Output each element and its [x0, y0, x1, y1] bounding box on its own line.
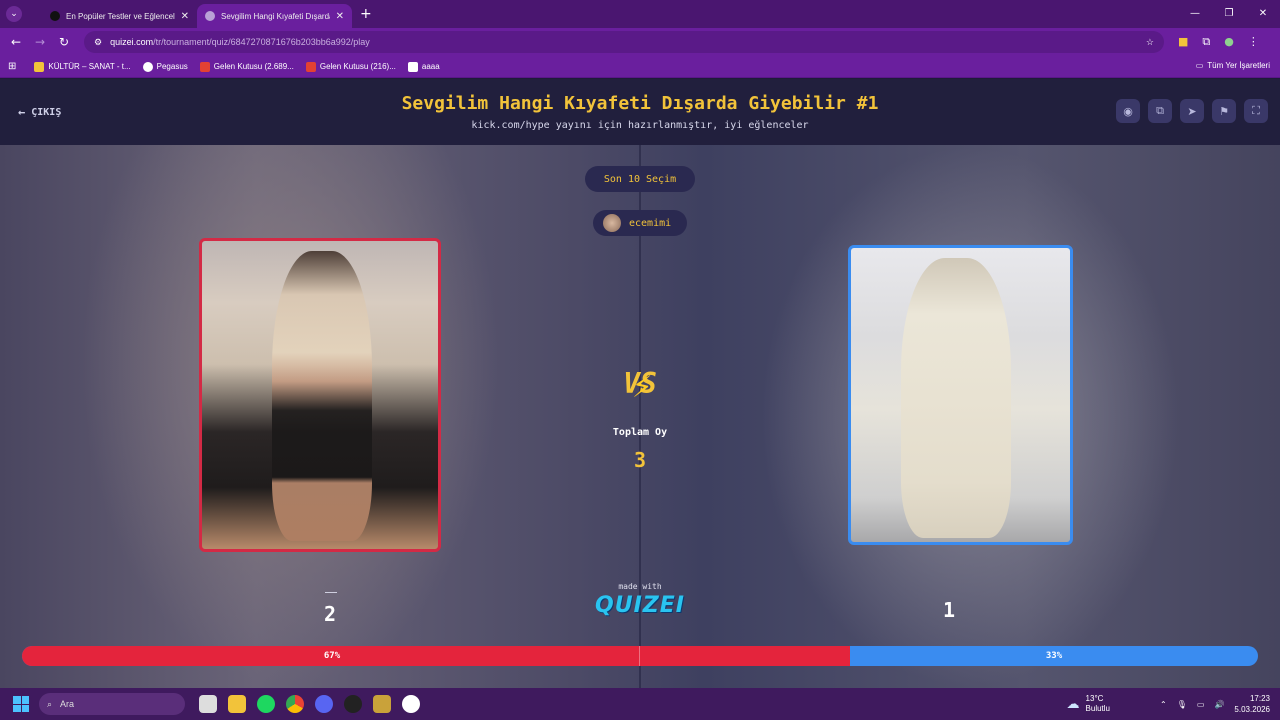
bookmark-item[interactable]: Gelen Kutusu (216)...: [305, 61, 396, 72]
chrome-icon[interactable]: [286, 695, 304, 713]
date: 5.03.2026: [1234, 705, 1270, 714]
time: 17:23: [1249, 694, 1270, 703]
search-icon: ⌕: [47, 698, 53, 709]
cloud-icon: ☁: [1066, 696, 1080, 711]
left-vote-count: 2: [323, 602, 337, 626]
quiz-page: ← ÇIKIŞ Sevgilim Hangi Kıyafeti Dışarda …: [0, 79, 1280, 688]
browser-tab[interactable]: En Popüler Testler ve Eğlenceli ✕: [42, 4, 197, 28]
windows-start-icon[interactable]: [13, 696, 29, 712]
folder-icon: ▭: [1195, 61, 1204, 70]
clock[interactable]: 17:23 5.03.2026: [1234, 693, 1270, 715]
vs-badge: VS ⚡: [610, 359, 670, 409]
tab-favicon-icon: [205, 11, 215, 21]
bookmark-item[interactable]: KÜLTÜR – SANAT - t...: [34, 61, 131, 72]
app-icon[interactable]: [344, 695, 362, 713]
quizei-logo[interactable]: QUIZEI: [590, 593, 690, 618]
tab-close-icon[interactable]: ✕: [336, 11, 344, 22]
quiz-header: ← ÇIKIŞ Sevgilim Hangi Kıyafeti Dışarda …: [0, 79, 1280, 145]
restore-icon[interactable]: ❐: [1212, 0, 1246, 28]
flag-icon[interactable]: ⚑: [1212, 99, 1236, 123]
total-votes-value: 3: [633, 448, 647, 472]
extension-icon[interactable]: ■: [1178, 35, 1188, 49]
send-icon[interactable]: ➤: [1180, 99, 1204, 123]
quiz-subtitle: kick.com/hype yayını için hazırlanmıştır…: [471, 120, 809, 131]
volume-icon[interactable]: 🔊: [1214, 700, 1224, 709]
gmail-icon: [199, 61, 210, 72]
extensions-puzzle-icon[interactable]: ⧉: [1202, 35, 1210, 49]
left-percentage: 67%: [323, 651, 341, 661]
outfit-figure: [272, 251, 372, 541]
pegasus-icon: [142, 61, 153, 72]
gmail-icon: [305, 61, 316, 72]
discord-icon[interactable]: [315, 695, 333, 713]
tab-title: Sevgilim Hangi Kıyafeti Dışarda: [221, 11, 330, 21]
close-window-icon[interactable]: ✕: [1246, 0, 1280, 28]
url-field[interactable]: ⚙ quizei.com /tr/tournament/quiz/6847270…: [84, 31, 1164, 53]
all-bookmarks[interactable]: ▭ Tüm Yer İşaretleri: [1196, 61, 1270, 70]
reload-icon[interactable]: ↻: [52, 35, 76, 49]
tab-close-icon[interactable]: ✕: [181, 11, 189, 22]
url-path: /tr/tournament/quiz/6847270871676b203bb6…: [153, 37, 370, 47]
eye-icon[interactable]: ◉: [1116, 99, 1140, 123]
address-bar: ← → ↻ ⚙ quizei.com /tr/tournament/quiz/6…: [0, 28, 1280, 56]
right-choice-image[interactable]: [848, 245, 1073, 545]
weather-desc: Bulutlu: [1085, 704, 1111, 713]
bookmark-item[interactable]: Gelen Kutusu (2.689...: [199, 61, 294, 72]
bookmark-item[interactable]: Pegasus: [142, 61, 188, 72]
taskbar-search[interactable]: ⌕ Ara: [39, 693, 185, 715]
browser-tab-active[interactable]: Sevgilim Hangi Kıyafeti Dışarda ✕: [197, 4, 352, 28]
url-domain: quizei.com: [110, 37, 154, 47]
left-choice-image[interactable]: [199, 238, 441, 552]
lightning-bolt-icon: ⚡: [632, 366, 653, 406]
right-percentage: 33%: [1045, 651, 1063, 661]
made-with-label: made with: [618, 582, 662, 591]
task-view-icon[interactable]: [199, 695, 217, 713]
user-pill: ecemimi: [593, 210, 687, 236]
site-info-icon[interactable]: ⚙: [94, 37, 102, 48]
outfit-figure: [901, 258, 1011, 538]
app-icon[interactable]: [402, 695, 420, 713]
system-tray: ☁ 13°C Bulutlu ⌃ 🎙 ▭ 🔊 17:23 5.03.2026: [1067, 688, 1270, 720]
chevron-up-icon[interactable]: ⌃: [1160, 700, 1167, 709]
menu-kebab-icon[interactable]: ⋮: [1248, 35, 1259, 49]
last-choices-label: Son 10 Seçim: [603, 173, 677, 185]
weather-widget[interactable]: ☁ 13°C Bulutlu: [1067, 694, 1110, 714]
bookmark-favicon-icon: [407, 61, 418, 72]
back-icon[interactable]: ←: [4, 35, 28, 49]
microphone-icon[interactable]: 🎙: [1177, 700, 1187, 709]
new-tab-icon[interactable]: +: [360, 6, 372, 22]
bookmark-star-icon[interactable]: ☆: [1146, 37, 1154, 48]
display-icon[interactable]: ▭: [1197, 700, 1205, 709]
forward-icon[interactable]: →: [28, 35, 52, 49]
app-icon[interactable]: [373, 695, 391, 713]
share-icon[interactable]: ⧉: [1148, 99, 1172, 123]
apps-grid-icon[interactable]: ⊞: [8, 61, 16, 72]
tab-title: En Popüler Testler ve Eğlenceli: [66, 11, 175, 21]
windows-taskbar: ⌕ Ara ☁ 13°C Bulutlu ⌃ 🎙 ▭ 🔊 17:23 5.03.…: [0, 688, 1280, 720]
profile-avatar-icon[interactable]: ●: [1224, 35, 1234, 49]
username: ecemimi: [629, 217, 672, 229]
last-choices-button[interactable]: Son 10 Seçim: [585, 166, 695, 192]
weather-temp: 13°C: [1085, 694, 1104, 703]
fullscreen-icon[interactable]: ⛶: [1244, 99, 1268, 123]
window-controls: — ❐ ✕: [1178, 0, 1280, 28]
spotify-icon[interactable]: [257, 695, 275, 713]
right-vote-count: 1: [942, 598, 956, 622]
total-votes-label: Toplam Oy: [612, 427, 668, 438]
divider-dash: [325, 592, 337, 593]
vote-percentage-bar: 67% 33%: [22, 646, 1258, 666]
avatar: [603, 214, 621, 232]
folder-icon: [34, 61, 45, 72]
browser-tab-bar: ⌄ En Popüler Testler ve Eğlenceli ✕ Sevg…: [0, 0, 1280, 28]
tab-search-icon[interactable]: ⌄: [6, 6, 22, 22]
quiz-title: Sevgilim Hangi Kıyafeti Dışarda Giyebili…: [401, 93, 879, 114]
minimize-icon[interactable]: —: [1178, 0, 1212, 28]
bookmarks-bar: ⊞ KÜLTÜR – SANAT - t... Pegasus Gelen Ku…: [0, 56, 1280, 78]
bookmark-item[interactable]: aaaa: [407, 61, 440, 72]
file-explorer-icon[interactable]: [228, 695, 246, 713]
search-placeholder: Ara: [60, 699, 75, 709]
tab-favicon-icon: [50, 11, 60, 21]
